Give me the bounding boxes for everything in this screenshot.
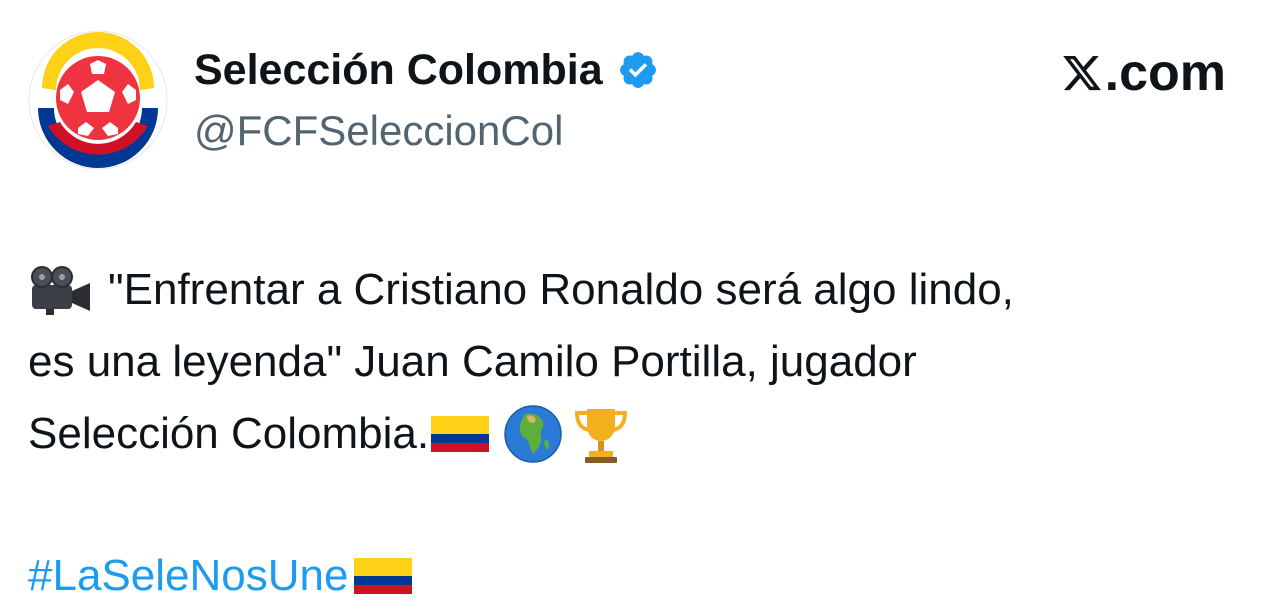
trophy-icon: [575, 409, 628, 463]
tweet-line-3: Selección Colombia.: [28, 409, 430, 458]
globe-africa-icon: [504, 405, 562, 463]
display-name-row[interactable]: Selección Colombia: [194, 44, 659, 96]
tweet-line: "Enfrentar a Cristiano Ronaldo será algo…: [28, 254, 1258, 326]
brand-domain: .com: [1104, 44, 1226, 102]
tweet-text: "Enfrentar a Cristiano Ronaldo será algo…: [28, 254, 1258, 470]
tweet-line-1: "Enfrentar a Cristiano Ronaldo será algo…: [108, 265, 1014, 314]
x-logo-icon: [1062, 55, 1101, 91]
display-name[interactable]: Selección Colombia: [194, 44, 603, 96]
verified-badge-icon: [619, 52, 656, 88]
colombia-flag-icon: [431, 416, 490, 452]
tweet-line: Selección Colombia.: [28, 398, 1258, 470]
hashtag-row: #LaSeleNosUne: [28, 546, 413, 606]
x-brand: .com: [1061, 44, 1226, 102]
account-handle[interactable]: @FCFSeleccionCol: [194, 106, 563, 156]
movie-camera-icon: [31, 266, 90, 315]
colombia-flag-icon: [354, 558, 413, 594]
avatar[interactable]: [28, 30, 168, 170]
tweet-line: es una leyenda" Juan Camilo Portilla, ju…: [28, 326, 1258, 398]
tweet-line-2: es una leyenda" Juan Camilo Portilla, ju…: [28, 337, 917, 386]
hashtag-link[interactable]: #LaSeleNosUne: [28, 546, 348, 606]
